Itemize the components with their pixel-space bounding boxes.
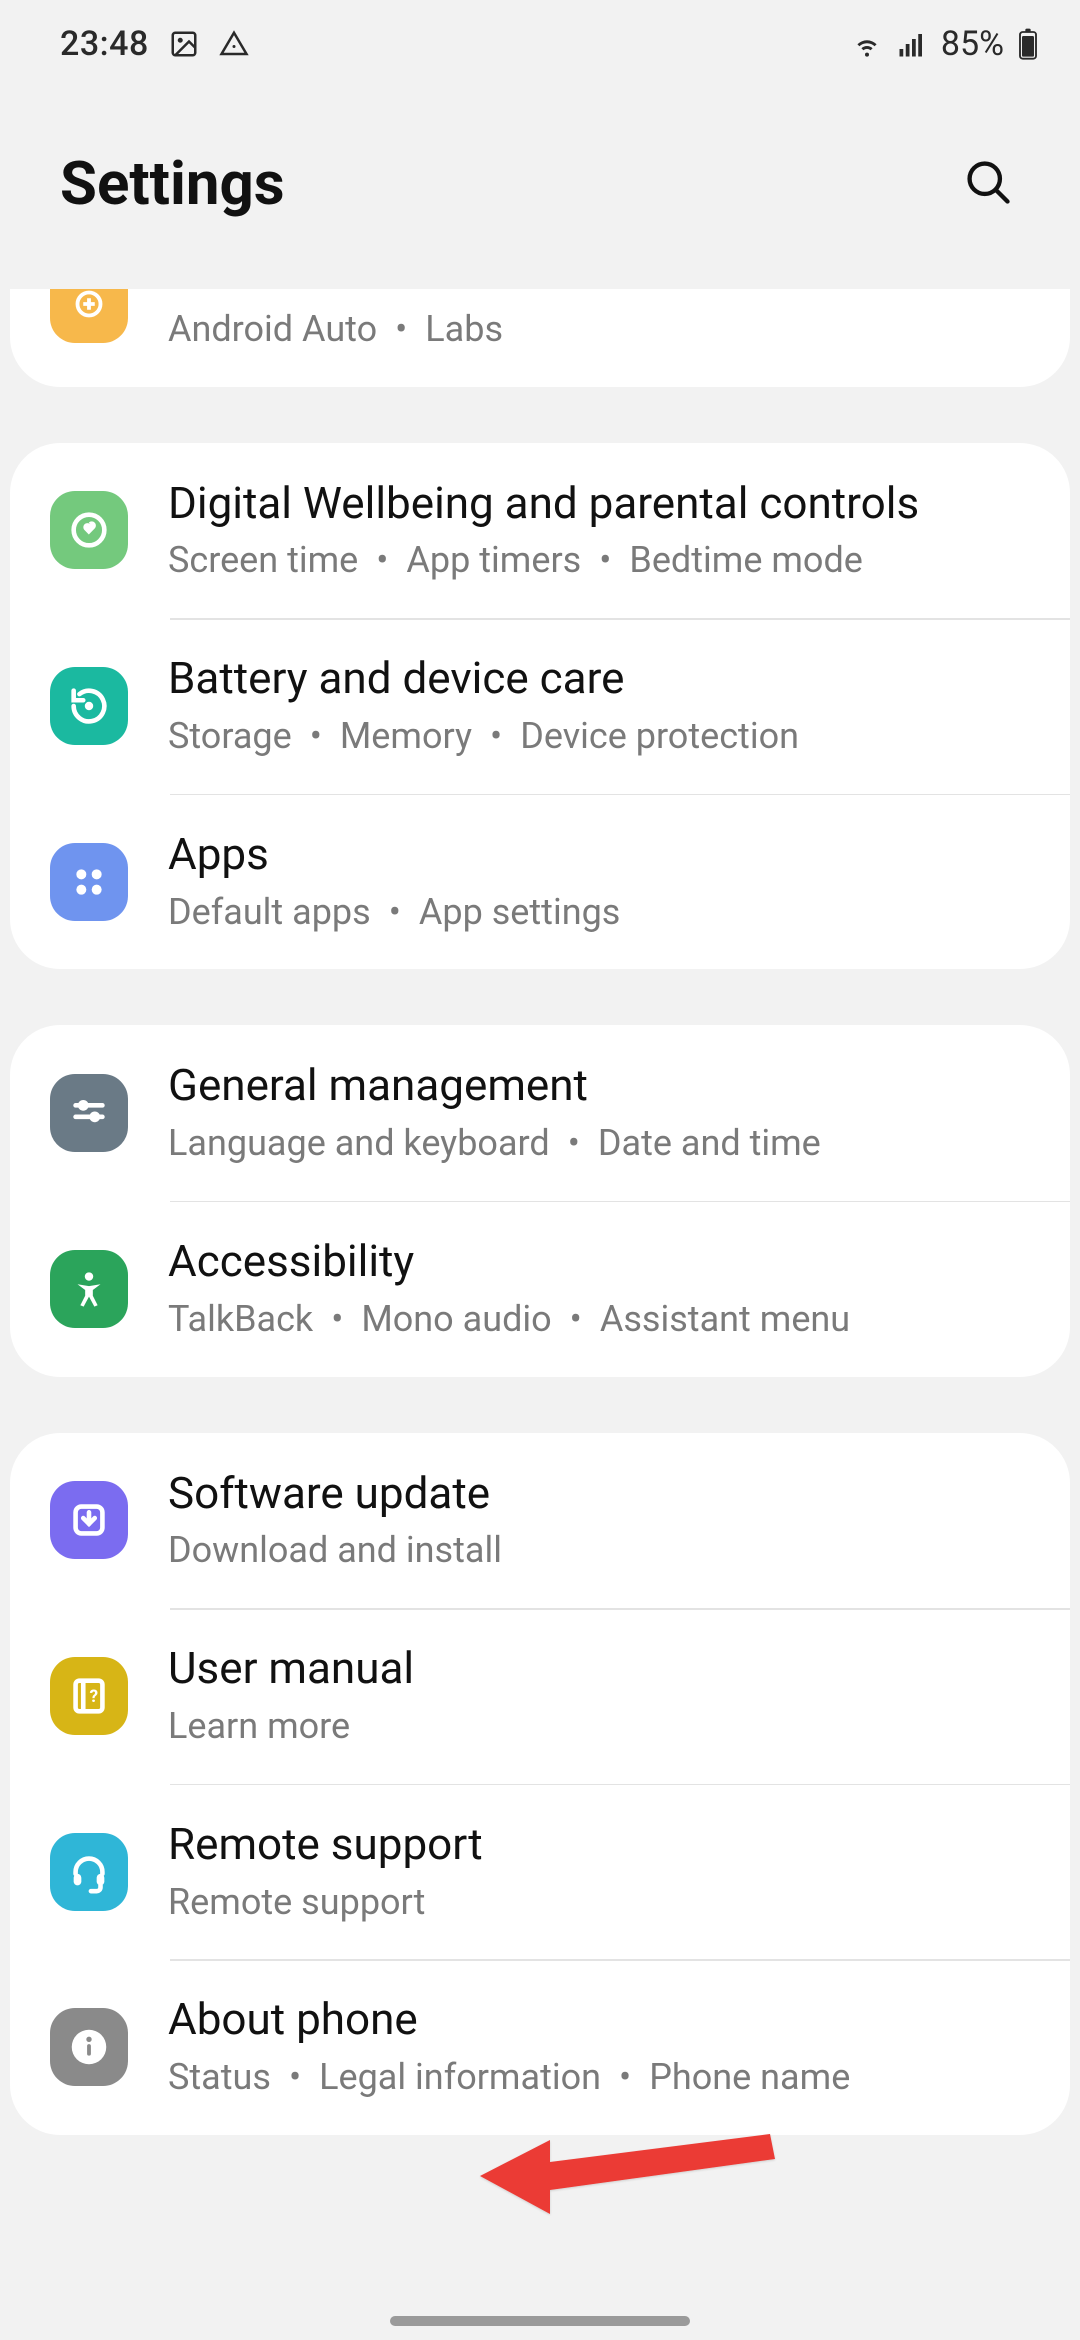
battery-percent: 85%	[941, 24, 1004, 64]
item-subtitle: Android Auto•Labs	[168, 306, 1030, 353]
settings-item-apps[interactable]: Apps Default apps•App settings	[10, 794, 1070, 970]
item-title: Battery and device care	[168, 652, 1030, 705]
settings-group: Software update Download and install ? U…	[10, 1433, 1070, 2135]
person-icon	[50, 1250, 128, 1328]
info-icon	[50, 2008, 128, 2086]
settings-group: Digital Wellbeing and parental controls …	[10, 443, 1070, 970]
item-title: User manual	[168, 1642, 1030, 1695]
settings-item-digital-wellbeing[interactable]: Digital Wellbeing and parental controls …	[10, 443, 1070, 619]
settings-item-about-phone[interactable]: About phone Status•Legal information•Pho…	[10, 1959, 1070, 2135]
home-indicator[interactable]	[390, 2316, 690, 2326]
status-right: 85%	[851, 24, 1038, 64]
sliders-icon	[50, 1074, 128, 1152]
status-left: 23:48	[60, 24, 249, 64]
settings-header: Settings	[0, 88, 1080, 289]
settings-item-battery-device-care[interactable]: Battery and device care Storage•Memory•D…	[10, 618, 1070, 794]
settings-item-advanced-features[interactable]: Advanced features Android Auto•Labs	[10, 289, 1070, 387]
settings-group: General management Language and keyboard…	[10, 1025, 1070, 1376]
item-title: Advanced features	[168, 289, 1030, 298]
headset-icon	[50, 1833, 128, 1911]
item-title: Accessibility	[168, 1235, 1030, 1288]
item-subtitle: TalkBack•Mono audio•Assistant menu	[168, 1296, 1030, 1343]
item-title: Apps	[168, 828, 1030, 881]
status-bar: 23:48 85%	[0, 0, 1080, 88]
item-title: Software update	[168, 1467, 1030, 1520]
battery-icon	[1018, 28, 1038, 60]
settings-item-remote-support[interactable]: Remote support Remote support	[10, 1784, 1070, 1960]
item-subtitle: Download and install	[168, 1527, 1030, 1574]
signal-icon	[897, 29, 927, 59]
settings-item-software-update[interactable]: Software update Download and install	[10, 1433, 1070, 1609]
item-subtitle: Learn more	[168, 1703, 1030, 1750]
refresh-dot-icon	[50, 667, 128, 745]
status-time: 23:48	[60, 24, 149, 64]
wifi-icon	[851, 28, 883, 60]
heart-target-icon	[50, 491, 128, 569]
settings-item-accessibility[interactable]: Accessibility TalkBack•Mono audio•Assist…	[10, 1201, 1070, 1377]
item-subtitle: Language and keyboard•Date and time	[168, 1120, 1030, 1167]
settings-list[interactable]: Advanced features Android Auto•Labs Digi…	[0, 289, 1080, 2175]
item-subtitle: Screen time•App timers•Bedtime mode	[168, 537, 1030, 584]
settings-group: Advanced features Android Auto•Labs	[10, 289, 1070, 387]
settings-item-user-manual[interactable]: ? User manual Learn more	[10, 1608, 1070, 1784]
item-subtitle: Default apps•App settings	[168, 889, 1030, 936]
item-title: General management	[168, 1059, 1030, 1112]
page-title: Settings	[60, 148, 285, 219]
item-subtitle: Storage•Memory•Device protection	[168, 713, 1030, 760]
drive-alert-icon	[219, 29, 249, 59]
svg-text:?: ?	[89, 1687, 98, 1707]
settings-item-general-management[interactable]: General management Language and keyboard…	[10, 1025, 1070, 1201]
item-title: Remote support	[168, 1818, 1030, 1871]
item-subtitle: Status•Legal information•Phone name	[168, 2054, 1030, 2101]
plus-gear-icon	[50, 289, 128, 343]
search-icon	[962, 156, 1014, 211]
picture-icon	[169, 29, 199, 59]
item-title: About phone	[168, 1993, 1030, 2046]
item-title: Digital Wellbeing and parental controls	[168, 477, 1030, 530]
search-button[interactable]	[956, 152, 1020, 216]
apps-grid-icon	[50, 843, 128, 921]
book-help-icon: ?	[50, 1657, 128, 1735]
download-icon	[50, 1481, 128, 1559]
item-subtitle: Remote support	[168, 1879, 1030, 1926]
